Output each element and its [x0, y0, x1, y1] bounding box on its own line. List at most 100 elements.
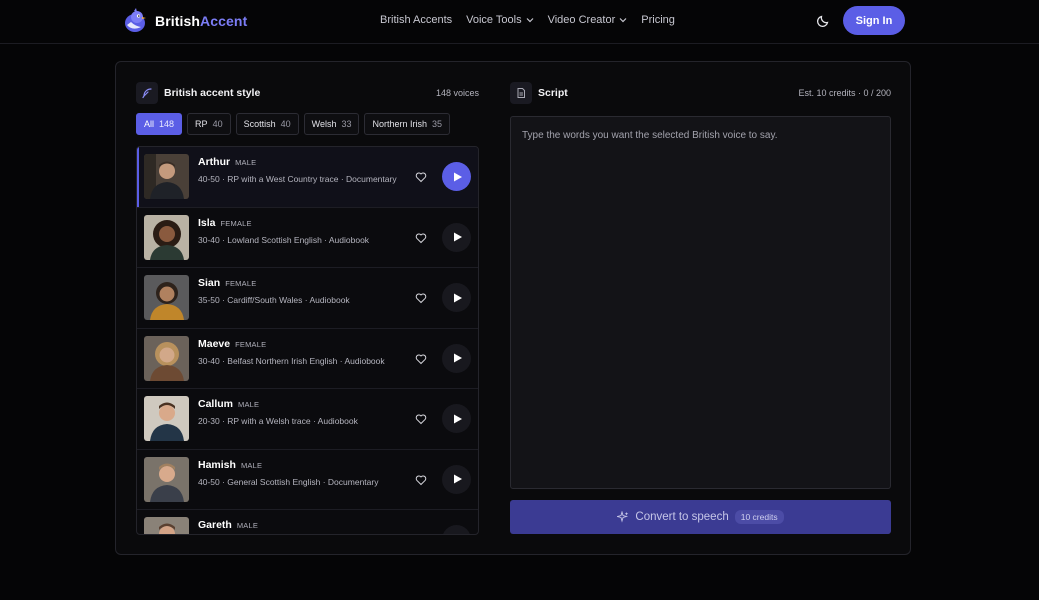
- play-button[interactable]: [442, 222, 471, 252]
- voice-item-isla[interactable]: Isla FEMALE 30-40 · Lowland Scottish Engl…: [137, 208, 478, 268]
- voice-name-row: Sian FEMALE: [198, 277, 256, 289]
- filter-label: Scottish: [243, 119, 276, 129]
- play-button[interactable]: [442, 525, 471, 536]
- nav-british-accents[interactable]: British Accents: [380, 14, 452, 26]
- chevron-down-icon: [619, 18, 627, 23]
- filter-label: Northern Irish: [372, 119, 427, 129]
- credit-estimate: Est. 10 credits · 0 / 200: [798, 88, 891, 98]
- nav-label: Video Creator: [547, 14, 616, 26]
- voice-item-arthur[interactable]: Arthur MALE 40-50 · RP with a West Countr…: [137, 147, 478, 208]
- voice-name: Arthur: [198, 156, 231, 168]
- heart-icon[interactable]: [415, 534, 427, 535]
- script-input[interactable]: [511, 117, 890, 488]
- script-box: [510, 116, 891, 489]
- play-button[interactable]: [442, 283, 471, 312]
- avatar: [144, 517, 189, 534]
- play-button[interactable]: [442, 162, 471, 191]
- voice-description: 20-30 · RP with a Welsh trace · Audioboo…: [198, 416, 358, 426]
- heart-icon[interactable]: [415, 232, 427, 244]
- voices-header: British accent style 148 voices: [136, 82, 479, 106]
- nav-pricing[interactable]: Pricing: [641, 14, 675, 26]
- voice-name-row: Hamish MALE: [198, 459, 262, 471]
- play-button[interactable]: [442, 464, 471, 494]
- voice-name: Maeve: [198, 337, 231, 350]
- heart-icon[interactable]: [415, 353, 427, 365]
- voice-description: 35-50 · Cardiff/South Wales · Audiobook: [198, 295, 350, 305]
- logo-text-accent: Accent: [200, 13, 248, 29]
- avatar: [144, 456, 189, 502]
- portrait-isla: [144, 214, 189, 260]
- portrait-callum: [144, 396, 189, 441]
- filter-count: 148: [159, 119, 175, 129]
- voice-gender: MALE: [235, 158, 257, 167]
- voice-item-callum[interactable]: Callum MALE 20-30 · RP with a Welsh trace…: [137, 389, 478, 450]
- avatar: [144, 214, 189, 260]
- voice-name: Sian: [198, 277, 221, 289]
- nav-label: Voice Tools: [466, 14, 522, 26]
- voice-name-row: Callum MALE: [198, 398, 259, 410]
- convert-label: Convert to speech: [635, 511, 729, 523]
- accent-style-icon-wrap: [136, 82, 158, 104]
- heart-icon[interactable]: [415, 413, 427, 425]
- filter-northern-irish[interactable]: Northern Irish 35: [364, 113, 451, 135]
- play-button[interactable]: [442, 343, 471, 373]
- chevron-down-icon: [526, 18, 534, 23]
- logo-text: BritishAccent: [155, 13, 247, 29]
- voice-list[interactable]: Arthur MALE 40-50 · RP with a West Countr…: [136, 146, 479, 535]
- voices-count: 148 voices: [435, 88, 479, 98]
- voices-title: British accent style: [164, 87, 261, 99]
- filter-welsh[interactable]: Welsh 33: [303, 113, 360, 135]
- play-icon: [453, 172, 462, 181]
- voice-item-gareth[interactable]: Gareth MALE: [137, 510, 478, 536]
- voice-item-hamish[interactable]: Hamish MALE 40-50 · General Scottish Engl…: [137, 450, 478, 510]
- heart-icon[interactable]: [415, 474, 427, 486]
- nav-video-creator[interactable]: Video Creator: [548, 14, 628, 26]
- convert-to-speech-button[interactable]: Convert to speech 10 credits: [510, 500, 891, 534]
- voice-name: Gareth: [198, 519, 232, 531]
- avatar: [144, 154, 189, 199]
- bird-logo-icon: [125, 8, 146, 32]
- filter-scottish[interactable]: Scottish 40: [235, 113, 299, 135]
- voice-name-row: Isla FEMALE: [198, 217, 252, 229]
- document-icon: [517, 88, 525, 98]
- voice-description: 30-40 · Belfast Northern Irish English ·…: [198, 355, 385, 366]
- nav-voice-tools[interactable]: Voice Tools: [466, 14, 534, 26]
- accent-filters: All 148 RP 40 Scottish 40 Welsh 33 Northern …: [136, 113, 451, 135]
- voice-name: Hamish: [198, 458, 236, 471]
- filter-all[interactable]: All 148: [136, 113, 183, 135]
- script-title: Script: [538, 87, 568, 99]
- filter-rp[interactable]: RP 40: [187, 113, 231, 135]
- heart-icon[interactable]: [415, 171, 427, 183]
- top-nav-bar: BritishAccent British Accents Voice Tool…: [0, 0, 1039, 44]
- portrait-sian: [144, 275, 189, 320]
- voice-description: 30-40 · Lowland Scottish English · Audio…: [198, 234, 370, 245]
- filter-label: RP: [195, 119, 208, 129]
- nav-label: British Accents: [380, 14, 453, 26]
- voice-gender: FEMALE: [235, 339, 267, 349]
- voice-name: Isla: [198, 216, 216, 229]
- script-header: Script Est. 10 credits · 0 / 200: [510, 82, 891, 106]
- script-icon-wrap: [510, 82, 532, 104]
- voice-name-row: Maeve FEMALE: [198, 338, 266, 350]
- play-icon: [453, 535, 463, 536]
- moon-icon[interactable]: [816, 12, 832, 28]
- logo-text-main: British: [155, 13, 201, 29]
- sign-in-button[interactable]: Sign In: [843, 6, 905, 35]
- play-button[interactable]: [442, 404, 471, 433]
- nav-label: Pricing: [641, 14, 675, 26]
- voice-gender: MALE: [236, 521, 259, 530]
- voice-gender: FEMALE: [225, 279, 257, 288]
- main-nav: British Accents Voice Tools Video Creato…: [380, 0, 675, 40]
- filter-count: 33: [341, 119, 352, 129]
- voice-item-sian[interactable]: Sian FEMALE 35-50 · Cardiff/South Wales ·…: [137, 268, 478, 329]
- heart-icon[interactable]: [415, 292, 427, 304]
- voice-description: 40-50 · RP with a West Country trace · D…: [198, 174, 397, 184]
- voice-item-maeve[interactable]: Maeve FEMALE 30-40 · Belfast Northern Iri…: [137, 329, 478, 389]
- logo[interactable]: BritishAccent: [121, 7, 247, 35]
- voice-name-row: Gareth MALE: [198, 519, 258, 531]
- voice-name-row: Arthur MALE: [198, 156, 256, 168]
- voice-gender: MALE: [238, 400, 260, 409]
- voice-gender: FEMALE: [220, 218, 252, 228]
- portrait-arthur: [144, 154, 189, 199]
- play-icon: [453, 353, 462, 363]
